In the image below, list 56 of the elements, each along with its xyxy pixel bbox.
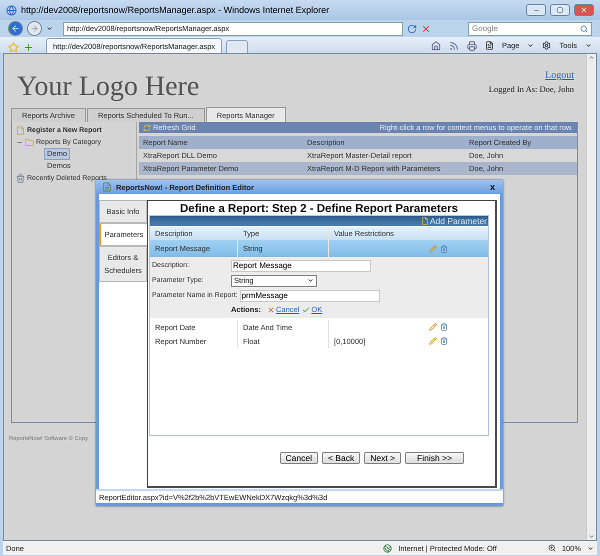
caret-icon[interactable] [585,42,592,49]
dialog-icon [102,182,112,192]
trash-icon [16,174,25,182]
caret-icon[interactable] [587,544,594,552]
step-heading: Define a Report: Step 2 - Define Report Parameters [179,203,459,215]
search-field[interactable]: Google [468,22,592,36]
search-input[interactable]: Google [472,24,580,33]
search-icon[interactable] [580,24,588,32]
add-parameter-button[interactable]: Add Parameter [428,216,488,226]
caret-icon[interactable] [527,42,534,49]
maximize-icon [557,7,563,13]
browser-logo-icon [6,4,17,16]
stop-icon[interactable] [421,24,431,34]
feed-icon[interactable] [448,40,459,50]
gear-icon [542,41,552,50]
text-field[interactable]: prmMessage [240,290,380,302]
delete-icon[interactable] [440,323,448,331]
page-icon [484,41,494,50]
globe-icon [383,544,392,552]
edit-icon[interactable] [429,323,437,331]
text-field[interactable]: Report Message [231,260,371,272]
wizard-button[interactable]: < Back [322,452,360,464]
logout-link[interactable]: Logout [545,70,574,81]
logo-text: Your Logo Here [16,70,200,104]
refresh-icon[interactable] [407,24,417,34]
dropdown-caret-icon [307,277,314,284]
new-tab-button[interactable] [226,40,248,53]
zoom-icon [548,544,556,552]
document-icon [420,217,429,225]
window-title: http://dev2008/reportsnow/ReportsManager.aspx - Windows Internet Explorer [21,5,330,15]
logged-in-label: Logged In As: Doe, John [488,84,574,94]
close-button[interactable]: x [488,182,497,192]
wizard-button[interactable]: Cancel [280,452,318,464]
maximize-button[interactable] [550,4,570,16]
forward-arrow-icon [30,24,39,33]
home-icon[interactable] [430,40,441,50]
folder-icon [25,138,34,146]
delete-icon[interactable] [440,337,448,345]
document-icon [16,126,25,134]
cross-icon [267,306,275,314]
add-favorite-icon[interactable] [23,42,34,53]
back-button[interactable] [8,21,23,36]
favorites-star-icon[interactable] [8,42,19,53]
back-arrow-icon [11,24,20,33]
close-icon [580,6,588,14]
print-icon[interactable] [466,40,477,50]
refresh-icon[interactable] [143,124,151,132]
scroll-up-icon[interactable] [588,54,595,61]
wizard-button[interactable]: Finish >> [405,452,464,464]
edit-icon[interactable] [429,337,437,345]
scroll-down-icon[interactable] [588,533,595,540]
wizard-button[interactable]: Next > [364,452,402,464]
history-caret-icon[interactable] [46,25,53,32]
scrollbar[interactable] [586,54,596,540]
delete-icon[interactable] [440,244,448,252]
check-icon [302,306,310,314]
